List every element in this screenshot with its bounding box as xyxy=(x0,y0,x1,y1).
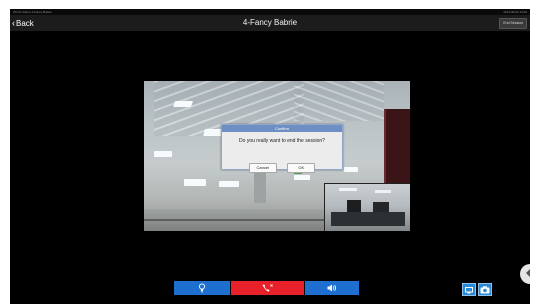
video-light xyxy=(184,179,206,186)
camera-switch-icon xyxy=(465,287,473,294)
page-title: 4-Fancy Babrie xyxy=(242,18,298,27)
ok-button[interactable]: OK xyxy=(287,163,316,173)
video-light xyxy=(294,175,310,180)
lightbulb-icon xyxy=(198,283,206,293)
end-session-dialog: Confirm Do you really want to end the se… xyxy=(221,124,343,173)
speaker-icon xyxy=(327,284,336,292)
volume-button[interactable] xyxy=(305,281,359,295)
self-view-pip[interactable] xyxy=(324,183,410,231)
title-bar: ‹Back 4-Fancy Babrie End Session xyxy=(10,15,530,31)
dialog-title: Confirm xyxy=(222,125,342,132)
cancel-button[interactable]: Cancel xyxy=(248,163,277,173)
hangup-button[interactable] xyxy=(231,281,304,295)
app-screen: Ohmni Robot 4-Fancy Babrie 2019-08-02 14… xyxy=(10,9,530,304)
undo-arrow-icon xyxy=(526,269,530,277)
camera-switch-button[interactable] xyxy=(462,283,476,296)
undo-button[interactable] xyxy=(520,264,530,284)
hangup-icon xyxy=(262,284,273,292)
pip-light xyxy=(375,190,391,193)
video-light xyxy=(154,151,172,157)
video-doorframe xyxy=(384,109,410,189)
snapshot-button[interactable] xyxy=(478,283,492,296)
camera-icon xyxy=(480,286,490,294)
pip-desk xyxy=(331,212,405,226)
dialog-message: Do you really want to end the session? xyxy=(239,138,325,144)
pip-light xyxy=(339,188,357,191)
dialog-buttons: Cancel OK xyxy=(222,156,342,174)
pip-monitor xyxy=(373,202,389,212)
end-session-button[interactable]: End Session xyxy=(499,18,527,29)
video-light xyxy=(172,101,194,107)
video-light xyxy=(219,181,239,187)
video-light xyxy=(344,167,358,172)
video-ceiling xyxy=(294,81,384,121)
light-button[interactable] xyxy=(174,281,230,295)
pip-monitor xyxy=(347,200,361,212)
